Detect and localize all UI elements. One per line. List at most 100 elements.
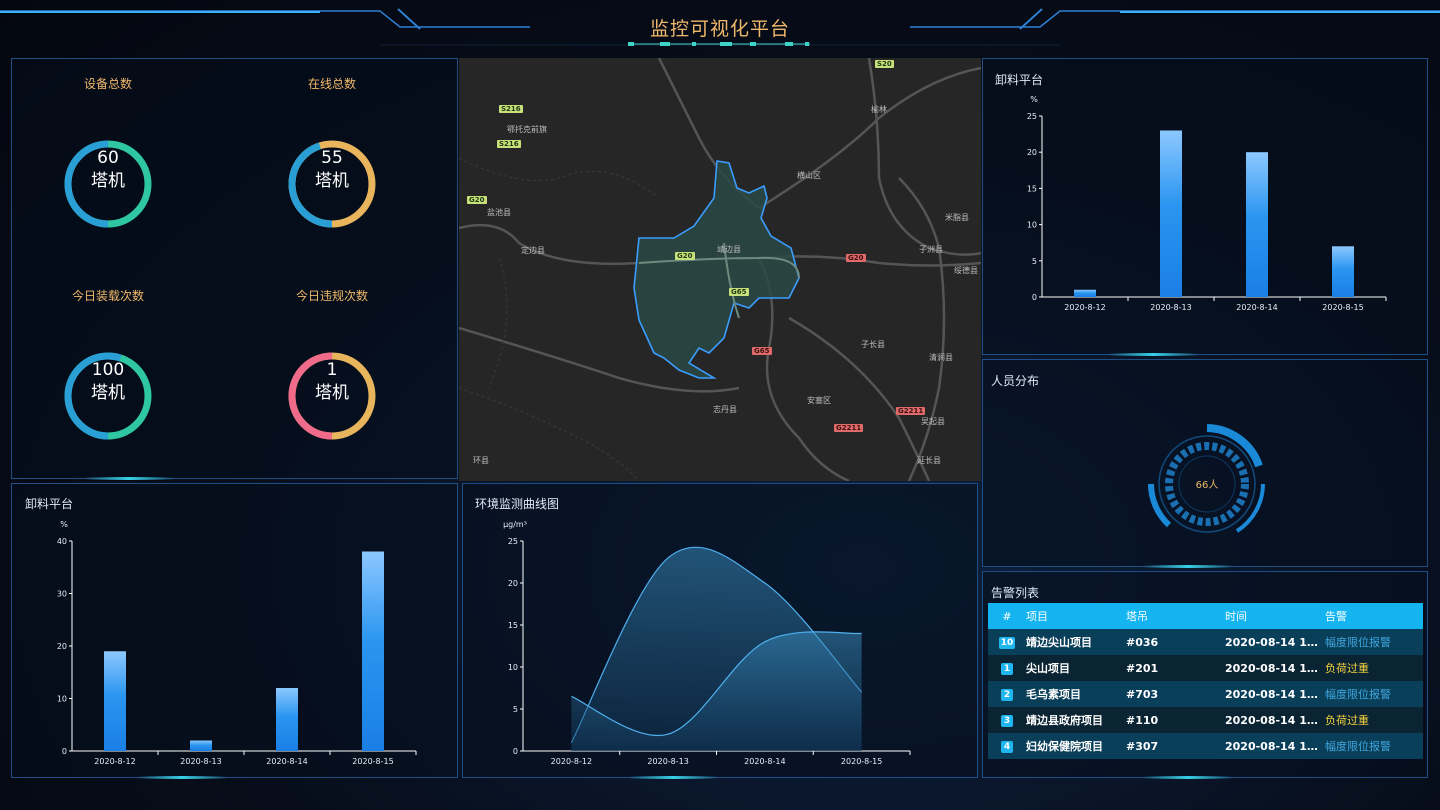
- alarm-title: 告警列表: [991, 586, 1040, 600]
- alarm-time: 2020-08-14 15:...: [1225, 713, 1325, 727]
- y-axis-label: μg/m³: [503, 520, 527, 529]
- alarm-project: 靖边县政府项目: [1026, 714, 1103, 727]
- col-header-time: 时间: [1225, 610, 1247, 623]
- stat-value: 55 塔机: [315, 148, 349, 191]
- alarm-table-header: # 项目 塔吊 时间 告警: [988, 603, 1423, 629]
- bar: [104, 651, 126, 751]
- road-tag: G2211: [896, 407, 926, 415]
- alarm-row[interactable]: 10 靖边尖山项目 #036 2020-08-14 15:... 幅度限位报警: [988, 629, 1423, 655]
- alarm-type: 负荷过重: [1325, 714, 1369, 727]
- alarm-crane: #036: [1126, 635, 1159, 649]
- alarm-index: 1: [988, 661, 1026, 675]
- alarm-index: 2: [988, 687, 1026, 701]
- stat-value: 60 塔机: [91, 148, 125, 191]
- stat-label: 今日装载次数: [71, 289, 144, 303]
- col-header-alarm: 告警: [1325, 610, 1347, 623]
- col-header-project: 项目: [1026, 610, 1048, 623]
- y-tick-label: 5: [1032, 257, 1037, 266]
- y-tick-label: 10: [508, 663, 518, 672]
- stat-label: 今日违规次数: [295, 289, 368, 303]
- road-tag: G20: [467, 196, 487, 204]
- col-header-crane: 塔吊: [1126, 610, 1148, 623]
- map-place-label: 子长县: [861, 340, 885, 349]
- map-place-label: 延长县: [917, 456, 941, 465]
- map-place-label: 子洲县: [919, 245, 943, 254]
- alarm-row[interactable]: 4 妇幼保健院项目 #307 2020-08-14 16:... 幅度限位报警: [988, 733, 1423, 759]
- alarm-time: 2020-08-14 10:...: [1225, 661, 1325, 675]
- road-tag: S20: [875, 60, 894, 68]
- map-place-label: 横山区: [797, 171, 821, 180]
- alarm-index: 10: [998, 637, 1016, 649]
- alarm-project: 毛乌素项目: [1026, 688, 1081, 701]
- y-axis-label: %: [60, 520, 68, 529]
- alarm-project: 尖山项目: [1026, 662, 1070, 675]
- alarm-crane: #110: [1126, 713, 1159, 727]
- y-tick-label: 20: [508, 579, 518, 588]
- stat-label: 在线总数: [307, 77, 356, 91]
- unload-bottom-panel: 卸料平台 % 0 10 20 30 40 2020-8-12 2020-8-13 2020-8-…: [11, 483, 458, 779]
- alarm-type: 幅度限位报警: [1325, 636, 1391, 649]
- env-panel: 环境监测曲线图 μg/m³ 0 5 10 15 20 25 2020-8-12 2020-8-1…: [462, 483, 978, 779]
- map-view[interactable]: 鄂托克前旗 盐池县 定边县 靖边县 横山区 米脂县 子洲县 绥德县 子长县 清涧县 安塞区 志丹县 吴起…: [459, 58, 981, 481]
- x-tick-label: 2020-8-14: [1236, 303, 1277, 312]
- y-tick-label: 0: [513, 747, 518, 756]
- env-chart: μg/m³ 0 5 10 15 20 25 2020-8-12 2020-8-13 2020-8-…: [503, 520, 911, 766]
- y-axis-label: %: [1030, 95, 1038, 104]
- bar: [1160, 130, 1182, 297]
- stat-label: 设备总数: [83, 77, 132, 91]
- x-tick-label: 2020-8-13: [647, 757, 688, 766]
- map-place-label: 志丹县: [713, 405, 737, 414]
- stat-card: 今日装载次数 100 塔机: [28, 287, 188, 467]
- map-place-label: 吴起县: [921, 417, 945, 426]
- y-tick-label: 40: [57, 537, 67, 546]
- bar: [276, 688, 298, 751]
- road-tag: G65: [752, 347, 772, 355]
- unload-top-chart: % 0 5 10 15 20 25 2020-8-12 2020-8-13 2020-8-14 20…: [1027, 95, 1387, 312]
- alarm-row[interactable]: 1 尖山项目 #201 2020-08-14 10:... 负荷过重: [988, 655, 1423, 681]
- alarm-time: 2020-08-14 15:...: [1225, 635, 1325, 649]
- unload-bottom-chart: % 0 10 20 30 40 2020-8-12 2020-8-13 2020-8-14 202…: [57, 520, 417, 766]
- road-tag: G20: [675, 252, 695, 260]
- map-place-label: 靖边县: [717, 245, 741, 254]
- y-tick-label: 20: [57, 642, 67, 651]
- map-place-label: 米脂县: [945, 213, 969, 222]
- alarm-index: 4: [988, 739, 1026, 753]
- y-tick-label: 30: [57, 590, 67, 599]
- people-count: 66人: [1195, 480, 1219, 491]
- road-tag: G65: [729, 288, 749, 296]
- alarm-type: 负荷过重: [1325, 662, 1369, 675]
- page-title: 监控可视化平台: [649, 18, 790, 40]
- x-tick-label: 2020-8-14: [744, 757, 785, 766]
- y-tick-label: 15: [508, 621, 518, 630]
- alarm-type: 幅度限位报警: [1325, 740, 1391, 753]
- road-tag: G2211: [834, 424, 864, 432]
- alarm-crane: #307: [1126, 739, 1159, 753]
- x-tick-label: 2020-8-15: [352, 757, 393, 766]
- x-tick-label: 2020-8-13: [1150, 303, 1191, 312]
- y-tick-label: 25: [508, 537, 518, 546]
- x-tick-label: 2020-8-15: [841, 757, 882, 766]
- unload-top-panel: 卸料平台 % 0 5 10 15 20 25 2020-8-12 2020-8-13 2020-8…: [982, 58, 1428, 356]
- alarm-row[interactable]: 2 毛乌素项目 #703 2020-08-14 13:... 幅度限位报警: [988, 681, 1423, 707]
- alarm-type: 幅度限位报警: [1325, 688, 1391, 701]
- map-place-label: 鄂托克前旗: [507, 125, 547, 134]
- stats-panel: 设备总数 60 塔机 在线总数 55 塔机今日装载次数 100 塔机 今日违规次数 1 塔机: [11, 58, 458, 480]
- x-tick-label: 2020-8-13: [180, 757, 221, 766]
- map-place-label: 安塞区: [807, 396, 831, 405]
- map-place-label: 绥德县: [954, 266, 978, 275]
- alarm-project: 妇幼保健院项目: [1026, 740, 1103, 753]
- col-header-index: #: [1002, 609, 1012, 623]
- bar: [190, 740, 212, 751]
- map-place-label: 清涧县: [929, 353, 953, 362]
- road-tag: S216: [497, 140, 521, 148]
- stat-value: 1 塔机: [315, 360, 349, 403]
- y-tick-label: 10: [57, 695, 67, 704]
- alarm-row[interactable]: 3 靖边县政府项目 #110 2020-08-14 15:... 负荷过重: [988, 707, 1423, 733]
- map-place-label: 盐池县: [487, 208, 511, 217]
- x-tick-label: 2020-8-12: [1064, 303, 1105, 312]
- alarm-table: # 项目 塔吊 时间 告警 10 靖边尖山项目 #036 2020-08-14 15:…: [988, 603, 1423, 759]
- road-tag: G20: [846, 254, 866, 262]
- bar: [1246, 152, 1268, 297]
- stat-value: 100 塔机: [91, 360, 125, 403]
- header: 监控可视化平台: [0, 0, 1440, 56]
